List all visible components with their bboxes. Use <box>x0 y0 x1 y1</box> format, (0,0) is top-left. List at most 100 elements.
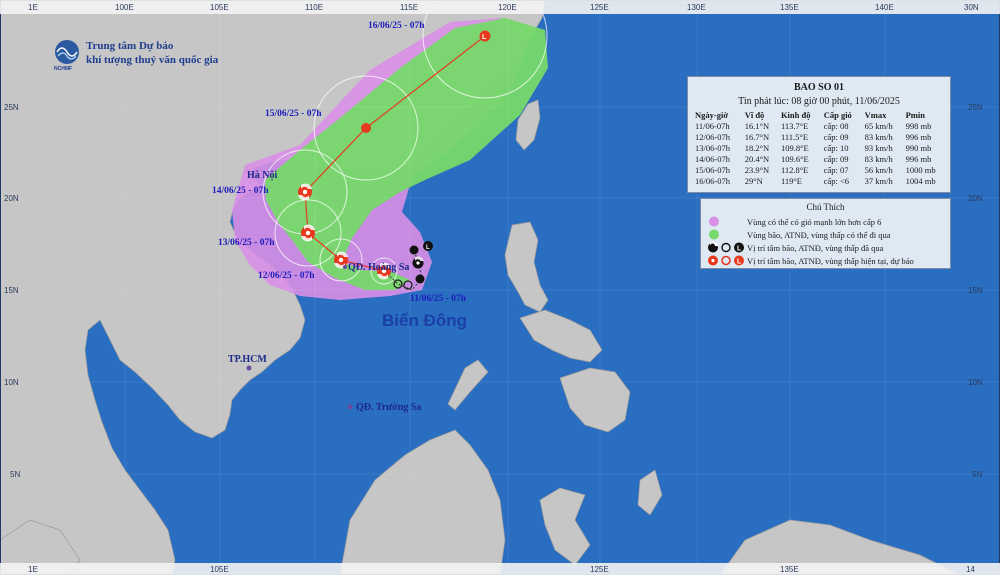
col-datetime: Ngày-giờ <box>695 110 729 120</box>
tick-125e: 125E <box>590 3 609 12</box>
tick-corner-right-top: 30N <box>964 3 979 12</box>
cell: 996 mb <box>905 132 932 142</box>
tick-bottom-105e: 105E <box>210 565 229 574</box>
bulletin-issued: Tin phát lúc: 08 giờ 00 phút, 11/06/2025 <box>738 96 900 107</box>
cell: 996 mb <box>905 154 932 164</box>
legend-text: Vùng có thể có gió mạnh lớn hơn cấp 6 <box>747 216 882 227</box>
cell: 83 km/h <box>864 154 893 164</box>
legend-item-past: L Vị trí tâm bão, ATNĐ, vùng thấp đã qua <box>707 241 883 254</box>
table-row: 15/06-07h 23.9°N 112.8°E cấp: 07 56 km/h… <box>693 165 947 176</box>
cell: 56 km/h <box>864 165 893 175</box>
col-wind: Cấp gió <box>823 110 852 120</box>
tick-corner-left-bottom: 1E <box>28 565 38 574</box>
cell: 37 km/h <box>864 176 893 186</box>
tick-corner-right-bottom: 14 <box>966 565 975 574</box>
col-lon: Kinh độ <box>780 110 811 120</box>
label-truong-sa: QĐ. Trường Sa <box>356 402 421 413</box>
cell: 15/06-07h <box>695 165 730 175</box>
svg-text:L: L <box>482 34 487 41</box>
table-row: 12/06-07h 16.7°N 111.5°E cấp: 09 83 km/h… <box>693 132 947 143</box>
cell: 11/06-07h <box>695 121 730 131</box>
cell: 998 mb <box>905 121 932 131</box>
cell: 16.7°N <box>744 132 770 142</box>
org-name-line1: Trung tâm Dự báo <box>86 40 174 52</box>
storm-map-view: L L 1E 100E 105E 110E 115E 120E 125E 130… <box>0 0 1000 575</box>
tick-left-25n: 25N <box>4 103 19 112</box>
past-position-icons: L <box>708 241 744 253</box>
label-hcm: TP.HCM <box>228 354 267 365</box>
cell: 93 km/h <box>864 143 893 153</box>
legend-item-storm-zone: Vùng bão, ATNĐ, vùng thấp có thể đi qua <box>707 228 891 241</box>
tick-105e: 105E <box>210 3 229 12</box>
bottom-tick-bar <box>0 563 1000 575</box>
tick-100e: 100E <box>115 3 134 12</box>
tick-bottom-135e: 135E <box>780 565 799 574</box>
label-13-06: 13/06/25 - 07h <box>218 238 275 248</box>
cell: 29°N <box>744 176 763 186</box>
cell: 1000 mb <box>905 165 936 175</box>
label-11-06: 11/06/25 - 07h <box>410 294 467 304</box>
tick-left-5n: 5N <box>10 470 20 479</box>
cell: 13/06-07h <box>695 143 730 153</box>
tick-left-15n: 15N <box>4 286 19 295</box>
cell: 20.4°N <box>744 154 770 164</box>
label-16-06: 16/06/25 - 07h <box>368 21 425 31</box>
tick-right-15n: 15N <box>968 286 983 295</box>
svg-text:L: L <box>426 245 430 251</box>
org-name-line2: khí tượng thuỷ văn quốc gia <box>86 54 219 66</box>
label-12-06: 12/06/25 - 07h <box>258 271 315 281</box>
nchmf-logo-icon: NCHMF <box>54 40 79 72</box>
legend-text: Vị trí tâm bão, ATNĐ, vùng thấp đã qua <box>747 242 884 253</box>
svg-text:L: L <box>737 259 742 266</box>
cell: cấp: 09 <box>823 154 849 164</box>
col-vmax: Vmax <box>864 110 887 120</box>
purple-dot-icon <box>709 216 719 227</box>
cell: 112.8°E <box>780 165 809 175</box>
cell: 111.5°E <box>780 132 809 142</box>
tick-130e: 130E <box>687 3 706 12</box>
cell: cấp: 10 <box>823 143 849 153</box>
forecast-position-icons: L <box>708 255 744 266</box>
cell: 990 mb <box>905 143 932 153</box>
cell: 113.7°E <box>780 121 809 131</box>
col-pmin: Pmin <box>905 110 925 120</box>
legend-item-wind-zone: Vùng có thể có gió mạnh lớn hơn cấp 6 <box>707 215 881 228</box>
label-hoang-sa: QĐ. Hoàng Sa <box>348 262 409 273</box>
tick-corner-left-top: 1E <box>28 3 38 12</box>
legend-text: Vị trí tâm bão, ATNĐ, vùng thấp hiện tại… <box>747 255 914 266</box>
logo-text: NCHMF <box>54 66 72 72</box>
cell: 109.8°E <box>780 143 809 153</box>
cell: 65 km/h <box>864 121 893 131</box>
cell: 83 km/h <box>864 132 893 142</box>
cell: cấp: <6 <box>823 176 850 186</box>
legend-text: Vùng bão, ATNĐ, vùng thấp có thể đi qua <box>747 229 891 240</box>
table-row: 14/06-07h 20.4°N 109.6°E cấp: 09 83 km/h… <box>693 154 947 165</box>
tick-115e: 115E <box>400 3 418 12</box>
tick-left-20n: 20N <box>4 194 19 203</box>
cell: 119°E <box>780 176 802 186</box>
cell: cấp: 09 <box>823 132 849 142</box>
label-14-06: 14/06/25 - 07h <box>212 186 269 196</box>
legend-title: Chú Thích <box>806 202 845 212</box>
cell: 1004 mb <box>905 176 936 186</box>
cell: cấp: 07 <box>823 165 849 175</box>
bulletin-header-row: Ngày-giờ Vĩ độ Kinh độ Cấp gió Vmax Pmin <box>693 109 947 121</box>
tick-right-10n: 10N <box>968 378 983 387</box>
cell: 23.9°N <box>744 165 770 175</box>
svg-text:L: L <box>737 246 742 253</box>
tick-110e: 110E <box>305 3 323 12</box>
tick-right-20n: 20N <box>968 194 983 203</box>
col-lat: Vĩ độ <box>744 110 765 120</box>
tick-bottom-125e: 125E <box>590 565 609 574</box>
tick-left-10n: 10N <box>4 378 19 387</box>
cell: 14/06-07h <box>695 154 730 164</box>
label-15-06: 15/06/25 - 07h <box>265 109 322 119</box>
cell: 12/06-07h <box>695 132 730 142</box>
legend-item-forecast: L Vị trí tâm bão, ATNĐ, vùng thấp hiện t… <box>707 254 914 267</box>
label-hanoi: Hà Nội <box>247 170 278 181</box>
bulletin-title: BAO SO 01 <box>793 82 844 93</box>
bulletin-table: Ngày-giờ Vĩ độ Kinh độ Cấp gió Vmax Pmin… <box>693 109 947 187</box>
table-row: 13/06-07h 18.2°N 109.8°E cấp: 10 93 km/h… <box>693 143 947 154</box>
green-dot-icon <box>709 229 719 240</box>
cell: 18.2°N <box>744 143 770 153</box>
